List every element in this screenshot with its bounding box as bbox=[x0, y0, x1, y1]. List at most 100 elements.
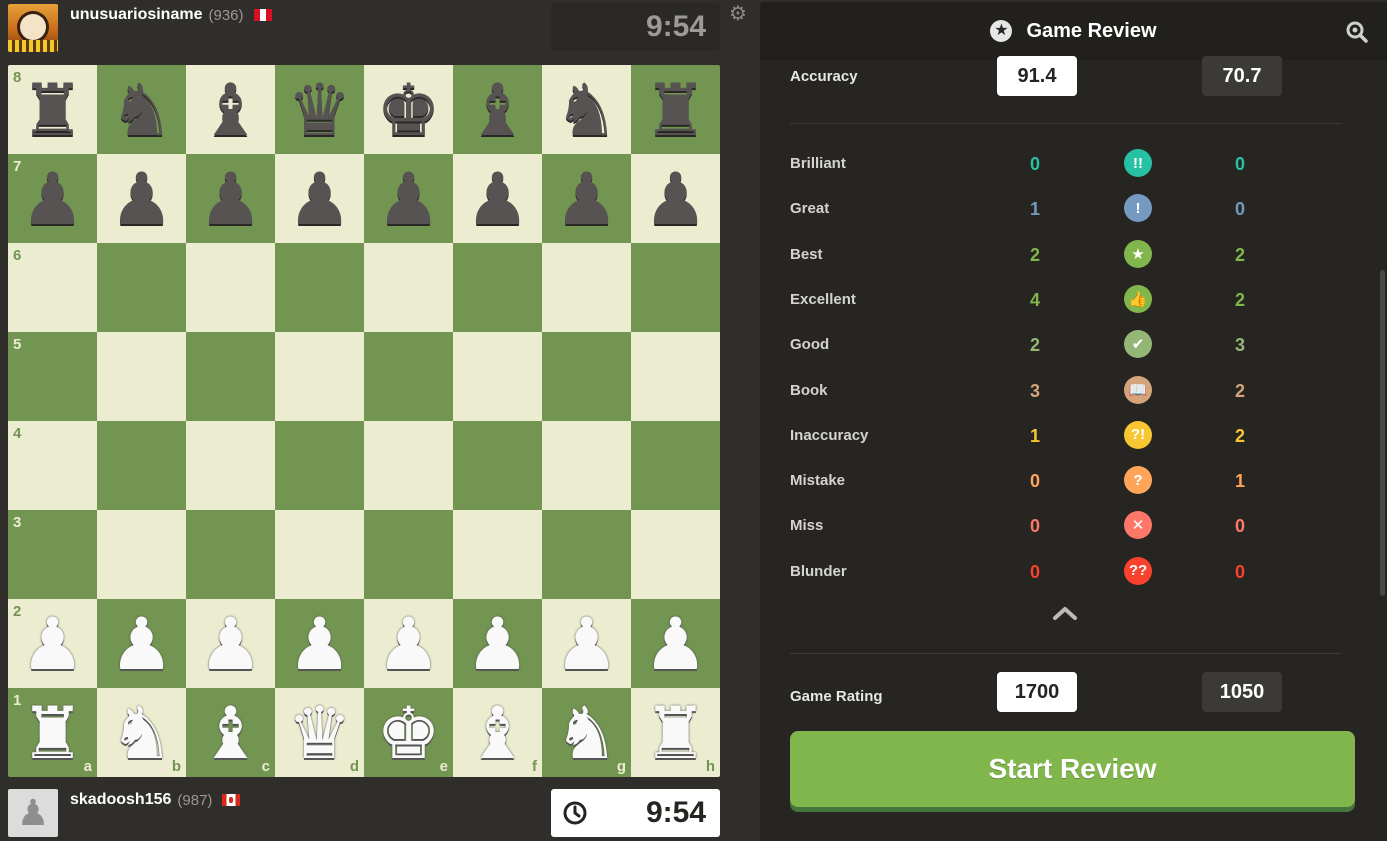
black-pawn-icon[interactable]: ♟ bbox=[376, 163, 441, 235]
square-a2[interactable]: 2 ♟ bbox=[8, 599, 97, 688]
square-a7[interactable]: 7 ♟ bbox=[8, 154, 97, 243]
square-f3[interactable] bbox=[453, 510, 542, 599]
square-f8[interactable]: ♝ bbox=[453, 65, 542, 154]
top-player-name[interactable]: unusuariosiname bbox=[70, 6, 202, 24]
white-king-icon[interactable]: ♚ bbox=[376, 697, 441, 769]
white-pawn-icon[interactable]: ♟ bbox=[643, 608, 708, 680]
black-queen-icon[interactable]: ♛ bbox=[287, 74, 352, 146]
white-rook-icon[interactable]: ♜ bbox=[643, 697, 708, 769]
square-f7[interactable]: ♟ bbox=[453, 154, 542, 243]
square-b2[interactable]: ♟ bbox=[97, 599, 186, 688]
scrollbar[interactable] bbox=[1380, 270, 1385, 596]
square-b6[interactable] bbox=[97, 243, 186, 332]
square-h3[interactable] bbox=[631, 510, 720, 599]
square-a3[interactable]: 3 bbox=[8, 510, 97, 599]
white-queen-icon[interactable]: ♛ bbox=[287, 697, 352, 769]
square-d2[interactable]: ♟ bbox=[275, 599, 364, 688]
top-player-avatar[interactable] bbox=[8, 4, 58, 52]
black-king-icon[interactable]: ♚ bbox=[376, 74, 441, 146]
black-pawn-icon[interactable]: ♟ bbox=[287, 163, 352, 235]
white-knight-icon[interactable]: ♞ bbox=[554, 697, 619, 769]
black-pawn-icon[interactable]: ♟ bbox=[554, 163, 619, 235]
square-h4[interactable] bbox=[631, 421, 720, 510]
black-pawn-icon[interactable]: ♟ bbox=[643, 163, 708, 235]
white-pawn-icon[interactable]: ♟ bbox=[287, 608, 352, 680]
square-e2[interactable]: ♟ bbox=[364, 599, 453, 688]
square-a6[interactable]: 6 bbox=[8, 243, 97, 332]
square-h6[interactable] bbox=[631, 243, 720, 332]
square-d4[interactable] bbox=[275, 421, 364, 510]
square-e4[interactable] bbox=[364, 421, 453, 510]
white-bishop-icon[interactable]: ♝ bbox=[465, 697, 530, 769]
square-f2[interactable]: ♟ bbox=[453, 599, 542, 688]
square-d6[interactable] bbox=[275, 243, 364, 332]
square-c4[interactable] bbox=[186, 421, 275, 510]
square-a8[interactable]: 8 ♜ bbox=[8, 65, 97, 154]
square-b5[interactable] bbox=[97, 332, 186, 421]
square-b7[interactable]: ♟ bbox=[97, 154, 186, 243]
white-knight-icon[interactable]: ♞ bbox=[109, 697, 174, 769]
white-rook-icon[interactable]: ♜ bbox=[20, 697, 85, 769]
square-a5[interactable]: 5 bbox=[8, 332, 97, 421]
bottom-player-name[interactable]: skadoosh156 bbox=[70, 791, 171, 809]
bottom-player-avatar[interactable]: ♟ bbox=[8, 789, 58, 837]
square-g6[interactable] bbox=[542, 243, 631, 332]
square-d5[interactable] bbox=[275, 332, 364, 421]
square-h7[interactable]: ♟ bbox=[631, 154, 720, 243]
square-d8[interactable]: ♛ bbox=[275, 65, 364, 154]
white-pawn-icon[interactable]: ♟ bbox=[20, 608, 85, 680]
search-icon[interactable] bbox=[1345, 20, 1369, 44]
square-h2[interactable]: ♟ bbox=[631, 599, 720, 688]
square-e5[interactable] bbox=[364, 332, 453, 421]
square-h5[interactable] bbox=[631, 332, 720, 421]
square-f5[interactable] bbox=[453, 332, 542, 421]
square-d7[interactable]: ♟ bbox=[275, 154, 364, 243]
square-b8[interactable]: ♞ bbox=[97, 65, 186, 154]
black-rook-icon[interactable]: ♜ bbox=[20, 74, 85, 146]
square-f4[interactable] bbox=[453, 421, 542, 510]
black-pawn-icon[interactable]: ♟ bbox=[20, 163, 85, 235]
white-pawn-icon[interactable]: ♟ bbox=[198, 608, 263, 680]
square-g7[interactable]: ♟ bbox=[542, 154, 631, 243]
white-bishop-icon[interactable]: ♝ bbox=[198, 697, 263, 769]
square-b4[interactable] bbox=[97, 421, 186, 510]
square-e8[interactable]: ♚ bbox=[364, 65, 453, 154]
square-b1[interactable]: b ♞ bbox=[97, 688, 186, 777]
white-pawn-icon[interactable]: ♟ bbox=[554, 608, 619, 680]
square-d3[interactable] bbox=[275, 510, 364, 599]
square-g5[interactable] bbox=[542, 332, 631, 421]
square-e7[interactable]: ♟ bbox=[364, 154, 453, 243]
square-e1[interactable]: e ♚ bbox=[364, 688, 453, 777]
square-f1[interactable]: f ♝ bbox=[453, 688, 542, 777]
square-c3[interactable] bbox=[186, 510, 275, 599]
gear-icon[interactable]: ⚙ bbox=[729, 4, 749, 24]
black-bishop-icon[interactable]: ♝ bbox=[198, 74, 263, 146]
black-pawn-icon[interactable]: ♟ bbox=[109, 163, 174, 235]
white-pawn-icon[interactable]: ♟ bbox=[465, 608, 530, 680]
start-review-button[interactable]: Start Review bbox=[790, 731, 1355, 807]
square-d1[interactable]: d ♛ bbox=[275, 688, 364, 777]
square-h8[interactable]: ♜ bbox=[631, 65, 720, 154]
square-e6[interactable] bbox=[364, 243, 453, 332]
black-rook-icon[interactable]: ♜ bbox=[643, 74, 708, 146]
black-bishop-icon[interactable]: ♝ bbox=[465, 74, 530, 146]
square-f6[interactable] bbox=[453, 243, 542, 332]
black-pawn-icon[interactable]: ♟ bbox=[465, 163, 530, 235]
black-pawn-icon[interactable]: ♟ bbox=[198, 163, 263, 235]
square-c8[interactable]: ♝ bbox=[186, 65, 275, 154]
white-pawn-icon[interactable]: ♟ bbox=[376, 608, 441, 680]
black-knight-icon[interactable]: ♞ bbox=[109, 74, 174, 146]
square-c6[interactable] bbox=[186, 243, 275, 332]
chevron-up-icon[interactable] bbox=[1052, 604, 1078, 622]
square-c5[interactable] bbox=[186, 332, 275, 421]
square-c2[interactable]: ♟ bbox=[186, 599, 275, 688]
black-knight-icon[interactable]: ♞ bbox=[554, 74, 619, 146]
square-g8[interactable]: ♞ bbox=[542, 65, 631, 154]
square-g2[interactable]: ♟ bbox=[542, 599, 631, 688]
square-h1[interactable]: h ♜ bbox=[631, 688, 720, 777]
chess-board[interactable]: 8 ♜ ♞ ♝ ♛ ♚ ♝ ♞ ♜ 7 ♟ ♟ ♟ ♟ ♟ ♟ ♟ ♟ 6 5 4 3 2 ♟ ♟ ♟ ♟ ♟ ♟ ♟ ♟ 1 a ♜ b ♞ c ♝ d ♛… bbox=[8, 65, 720, 777]
square-g1[interactable]: g ♞ bbox=[542, 688, 631, 777]
square-c7[interactable]: ♟ bbox=[186, 154, 275, 243]
square-g3[interactable] bbox=[542, 510, 631, 599]
square-c1[interactable]: c ♝ bbox=[186, 688, 275, 777]
